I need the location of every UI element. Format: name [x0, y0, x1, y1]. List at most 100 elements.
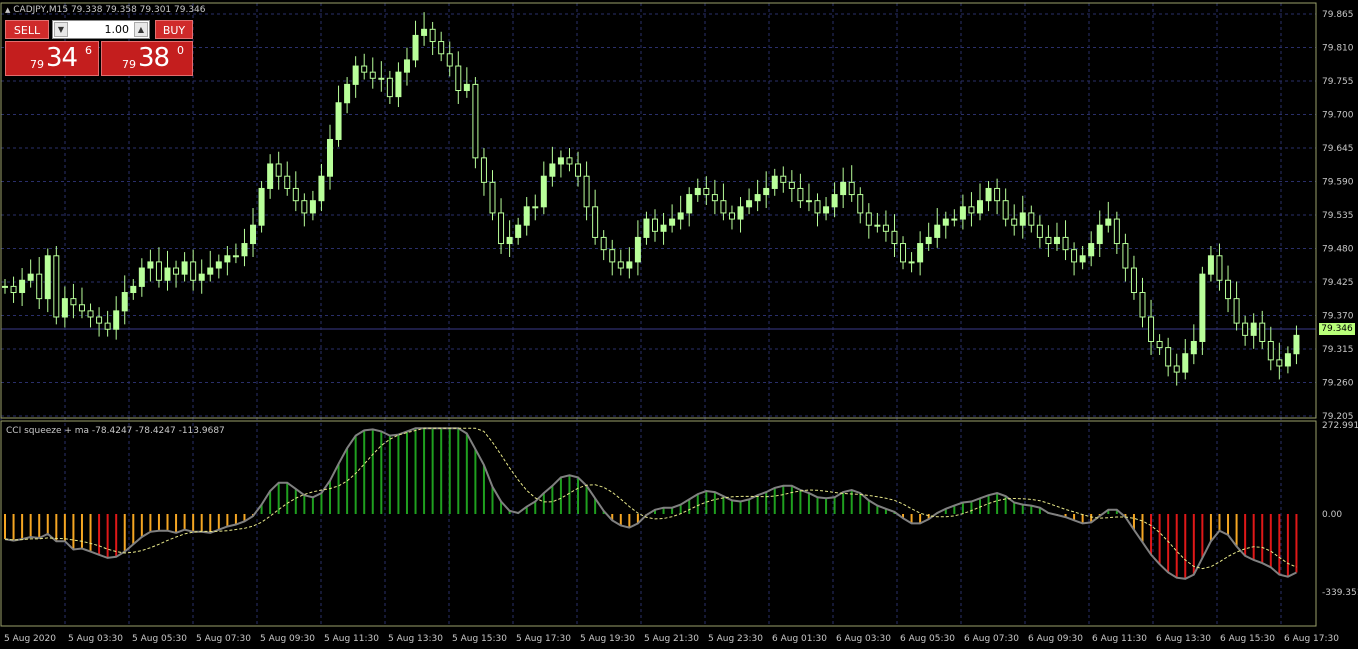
candle-body: [575, 163, 582, 177]
candle-body: [1096, 224, 1103, 245]
candle-body: [848, 181, 855, 196]
candle-body: [891, 230, 898, 245]
candle-body: [566, 157, 573, 165]
candle-body: [540, 175, 547, 208]
time-axis-label: 5 Aug 19:30: [580, 634, 635, 644]
candle-body: [403, 59, 410, 73]
candle-body: [831, 194, 838, 208]
candle-body: [865, 212, 872, 226]
symbol-header: ▲ CADJPY,M15 79.338 79.358 79.301 79.346: [5, 5, 206, 15]
price-axis-label: 79.755: [1322, 77, 1354, 87]
candle-body: [925, 236, 932, 245]
candle-body: [1019, 212, 1026, 226]
candle-body: [1182, 353, 1189, 373]
price-candles: [2, 12, 1300, 386]
candle-body: [1079, 255, 1086, 263]
candle-body: [763, 187, 770, 196]
price-axis-label: 79.425: [1322, 278, 1354, 288]
candle-body: [1259, 322, 1266, 342]
candle-body: [609, 249, 616, 263]
candle-body: [617, 261, 624, 269]
candle-body: [292, 187, 299, 202]
candle-body: [27, 273, 34, 281]
candle-body: [1233, 298, 1240, 324]
candle-body: [523, 206, 530, 226]
candle-body: [1011, 218, 1018, 226]
price-axis-label: 79.810: [1322, 44, 1354, 54]
time-axis-label: 6 Aug 01:30: [772, 634, 827, 644]
main-panel-frame: [0, 2, 1317, 419]
trading-chart[interactable]: 79.865 79.810 79.755 79.700 79.645 79.590 79.5…: [0, 0, 1358, 649]
candle-body: [1225, 279, 1232, 300]
candle-body: [1199, 273, 1206, 342]
buy-button[interactable]: BUY: [155, 20, 193, 39]
candle-body: [1276, 359, 1283, 367]
candle-body: [1242, 322, 1249, 336]
candle-body: [549, 163, 556, 177]
candle-body: [87, 310, 94, 318]
candle-body: [489, 181, 496, 214]
lot-increase-icon[interactable]: ▲: [134, 22, 148, 37]
candle-body: [1062, 236, 1069, 251]
lot-decrease-icon[interactable]: ▼: [54, 22, 68, 37]
candle-body: [19, 279, 26, 294]
candle-body: [746, 200, 753, 208]
lot-size-input[interactable]: ▼ 1.00 ▲: [52, 20, 150, 39]
time-axis-label: 6 Aug 05:30: [900, 634, 955, 644]
candle-body: [130, 285, 137, 294]
candle-body: [36, 273, 43, 300]
candle-body: [857, 194, 864, 214]
candle-body: [985, 187, 992, 202]
candle-body: [1036, 224, 1043, 238]
candle-body: [61, 298, 68, 318]
candle-body: [113, 310, 120, 330]
time-axis-label: 6 Aug 07:30: [964, 634, 1019, 644]
current-price-tag: 79.346: [1319, 323, 1355, 335]
time-axis-label: 5 Aug 23:30: [708, 634, 763, 644]
candle-body: [788, 181, 795, 189]
candle-body: [232, 255, 239, 258]
candle-body: [652, 218, 658, 232]
candle-body: [1207, 255, 1214, 275]
candle-body: [968, 206, 975, 214]
buy-price-quote[interactable]: 79 38 0: [101, 41, 193, 76]
candle-body: [1105, 218, 1112, 226]
candle-body: [147, 261, 154, 269]
price-axis-label: 79.315: [1322, 345, 1354, 355]
candle-body: [309, 200, 316, 214]
sell-price-main: 34: [46, 43, 78, 73]
candle-body: [994, 187, 1001, 202]
candle-body: [318, 175, 325, 202]
candle-body: [583, 175, 590, 208]
candle-body: [10, 285, 17, 294]
candle-body: [1190, 340, 1197, 355]
candle-body: [515, 224, 522, 238]
candle-body: [352, 65, 359, 85]
candle-body: [275, 163, 282, 177]
candle-body: [53, 255, 60, 318]
time-axis-label: 5 Aug 11:30: [324, 634, 379, 644]
collapse-triangle-icon[interactable]: ▲: [5, 6, 10, 14]
candle-body: [1130, 267, 1137, 294]
candle-body: [429, 28, 436, 43]
candle-body: [386, 77, 393, 98]
price-axis-label: 79.535: [1322, 211, 1354, 221]
candle-body: [1053, 236, 1060, 245]
sell-price-quote[interactable]: 79 34 6: [5, 41, 99, 76]
sell-button[interactable]: SELL: [5, 20, 49, 39]
candle-body: [1071, 249, 1078, 263]
candle-body: [660, 224, 667, 232]
indicator-title: CCI squeeze + ma -78.4247 -78.4247 -113.…: [6, 426, 225, 436]
time-axis-label: 5 Aug 13:30: [388, 634, 443, 644]
candle-body: [463, 83, 470, 92]
price-axis-label: 79.480: [1322, 245, 1354, 255]
candle-body: [155, 261, 162, 281]
indicator-axis-zero: 0.00: [1322, 510, 1342, 520]
lot-value: 1.00: [104, 23, 130, 36]
time-axis-label: 6 Aug 15:30: [1220, 634, 1275, 644]
candle-body: [951, 218, 958, 221]
candle-body: [797, 187, 804, 202]
candle-body: [2, 285, 8, 288]
candle-body: [557, 157, 564, 165]
time-axis-label: 5 Aug 17:30: [516, 634, 571, 644]
